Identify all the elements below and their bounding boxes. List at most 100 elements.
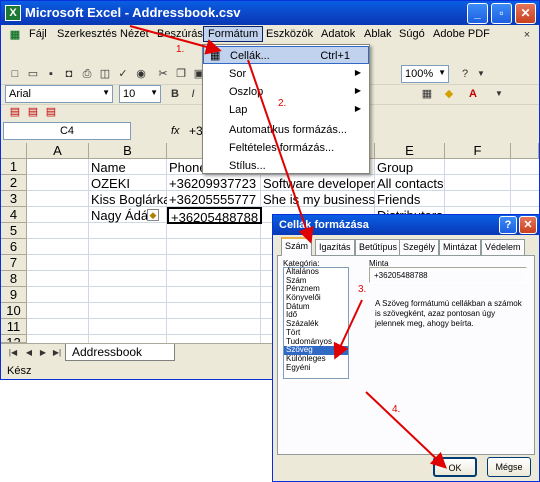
row-header[interactable]: 12 xyxy=(1,335,27,343)
row-header[interactable]: 11 xyxy=(1,319,27,335)
menu-item-conditional[interactable]: Feltételes formázás... xyxy=(203,139,369,157)
row-header[interactable]: 2 xyxy=(1,175,27,191)
bold-icon[interactable]: B xyxy=(167,86,183,102)
cell-b4[interactable]: Nagy Ádá xyxy=(89,207,149,223)
row-header[interactable]: 8 xyxy=(1,271,27,287)
zoom-combo[interactable]: 100% ▼ xyxy=(401,65,449,83)
cell-e2[interactable]: All contacts xyxy=(375,175,445,191)
borders-icon[interactable]: ▦ xyxy=(419,86,435,102)
row-header[interactable]: 5 xyxy=(1,223,27,239)
annotation-step-3: 3. xyxy=(358,284,367,295)
open-icon[interactable]: ▭ xyxy=(25,66,41,82)
copy-icon[interactable]: ❐ xyxy=(173,66,189,82)
menu-edit[interactable]: Szerkesztés xyxy=(57,28,117,40)
row-header[interactable]: 7 xyxy=(1,255,27,271)
close-button[interactable]: ✕ xyxy=(515,3,536,24)
excel-app-icon[interactable]: X xyxy=(5,5,21,21)
menu-insert[interactable]: Beszúrás xyxy=(157,28,203,40)
menu-window[interactable]: Ablak xyxy=(364,28,392,40)
print-icon[interactable]: ⎙ xyxy=(79,66,95,82)
ok-button[interactable]: OK xyxy=(433,457,477,477)
spelling-icon[interactable]: ✓ xyxy=(115,66,131,82)
research-icon[interactable]: ◉ xyxy=(133,66,149,82)
column-header[interactable]: A xyxy=(27,143,89,159)
cell-c2[interactable]: +36209937723 xyxy=(167,175,261,191)
minimize-button[interactable]: _ xyxy=(467,3,488,24)
cell-e3[interactable]: Friends xyxy=(375,191,445,207)
error-smart-tag-icon[interactable]: ◆ xyxy=(147,209,159,221)
pdf-icon[interactable]: ▤ xyxy=(7,104,23,120)
menu-close-icon[interactable]: × xyxy=(519,27,535,43)
menu-item-cells[interactable]: ▦ Cellák... Ctrl+1 xyxy=(203,46,369,64)
chevron-down-icon: ▼ xyxy=(102,88,110,97)
menu-tools[interactable]: Eszközök xyxy=(266,28,313,40)
document-icon[interactable]: ▦ xyxy=(7,27,23,43)
first-sheet-icon[interactable]: |◀ xyxy=(5,345,21,361)
row-header[interactable]: 9 xyxy=(1,287,27,303)
toolbar-options-icon[interactable]: ▼ xyxy=(473,66,489,82)
tab-number[interactable]: Szám xyxy=(281,237,313,256)
cell-b1[interactable]: Name xyxy=(89,159,167,175)
cancel-button[interactable]: Mégse xyxy=(487,457,531,477)
cell-c3[interactable]: +36205555777 xyxy=(167,191,261,207)
column-header[interactable]: F xyxy=(445,143,511,159)
help-button[interactable]: ? xyxy=(499,216,517,234)
column-header[interactable]: B xyxy=(89,143,167,159)
row-header[interactable]: 4 xyxy=(1,207,27,223)
menu-item-style[interactable]: Stílus... xyxy=(203,157,369,175)
toolbar-options-icon[interactable]: ▼ xyxy=(491,86,507,102)
pdf-review-icon[interactable]: ▤ xyxy=(43,104,59,120)
tab-border[interactable]: Szegély xyxy=(399,239,440,255)
menu-format[interactable]: Formátum xyxy=(203,26,264,42)
select-all-corner[interactable] xyxy=(1,143,27,159)
cell-d3[interactable]: She is my business xyxy=(261,191,375,207)
name-box[interactable]: C4 xyxy=(3,122,131,140)
cell-b3[interactable]: Kiss Boglárka xyxy=(89,191,167,207)
format-cells-dialog: Cellák formázása ? ✕ Szám Igazítás Betűt… xyxy=(272,214,540,482)
help-icon[interactable]: ? xyxy=(457,66,473,82)
print-preview-icon[interactable]: ◫ xyxy=(97,66,113,82)
dialog-title: Cellák formázása xyxy=(279,219,369,231)
new-icon[interactable]: □ xyxy=(7,66,23,82)
menu-data[interactable]: Adatok xyxy=(321,28,355,40)
category-list[interactable]: Általános Szám Pénznem Könyvelői Dátum I… xyxy=(283,267,349,379)
fill-color-icon[interactable]: ◆ xyxy=(441,86,457,102)
cell-c4[interactable]: +36205488788 xyxy=(167,207,262,224)
tab-alignment[interactable]: Igazítás xyxy=(315,239,355,255)
pdf-email-icon[interactable]: ▤ xyxy=(25,104,41,120)
submenu-arrow-icon: ▶ xyxy=(354,104,361,113)
font-combo[interactable]: Arial ▼ xyxy=(5,85,113,103)
menu-item-row[interactable]: Sor ▶ xyxy=(203,65,369,83)
menu-help[interactable]: Súgó xyxy=(399,28,425,40)
save-icon[interactable]: ▪ xyxy=(43,66,59,82)
dialog-close-button[interactable]: ✕ xyxy=(519,216,537,234)
last-sheet-icon[interactable]: ▶| xyxy=(49,345,65,361)
menu-file[interactable]: Fájl xyxy=(29,28,47,40)
tab-protection[interactable]: Védelem xyxy=(481,239,525,255)
row-header[interactable]: 6 xyxy=(1,239,27,255)
font-size-combo[interactable]: 10 ▼ xyxy=(119,85,161,103)
cell-b2[interactable]: OZEKI xyxy=(89,175,167,191)
font-color-icon[interactable]: A xyxy=(465,86,481,102)
column-header[interactable]: E xyxy=(375,143,445,159)
row-header[interactable]: 1 xyxy=(1,159,27,175)
tab-patterns[interactable]: Mintázat xyxy=(439,239,482,255)
fx-icon[interactable]: fx xyxy=(171,125,180,137)
column-header[interactable] xyxy=(511,143,539,159)
sheet-tab-addressbook[interactable]: Addressbook xyxy=(65,344,175,361)
italic-icon[interactable]: I xyxy=(185,86,201,102)
cut-icon[interactable]: ✂ xyxy=(155,66,171,82)
maximize-button[interactable]: ▫ xyxy=(491,3,512,24)
list-item[interactable]: Egyéni xyxy=(284,363,348,373)
formula-input[interactable]: +3 xyxy=(189,124,203,138)
cell-d2[interactable]: Software developer xyxy=(261,175,375,191)
cell-e1[interactable]: Group xyxy=(375,159,445,175)
permission-icon[interactable]: ◘ xyxy=(61,66,77,82)
row-header[interactable]: 10 xyxy=(1,303,27,319)
tab-font[interactable]: Betűtípus xyxy=(355,239,402,255)
menu-item-autoformat[interactable]: Automatikus formázás... xyxy=(203,121,369,139)
menu-view[interactable]: Nézet xyxy=(120,28,149,40)
row-header[interactable]: 3 xyxy=(1,191,27,207)
menu-adobe-pdf[interactable]: Adobe PDF xyxy=(433,28,490,40)
menu-item-label: Oszlop xyxy=(229,86,264,98)
